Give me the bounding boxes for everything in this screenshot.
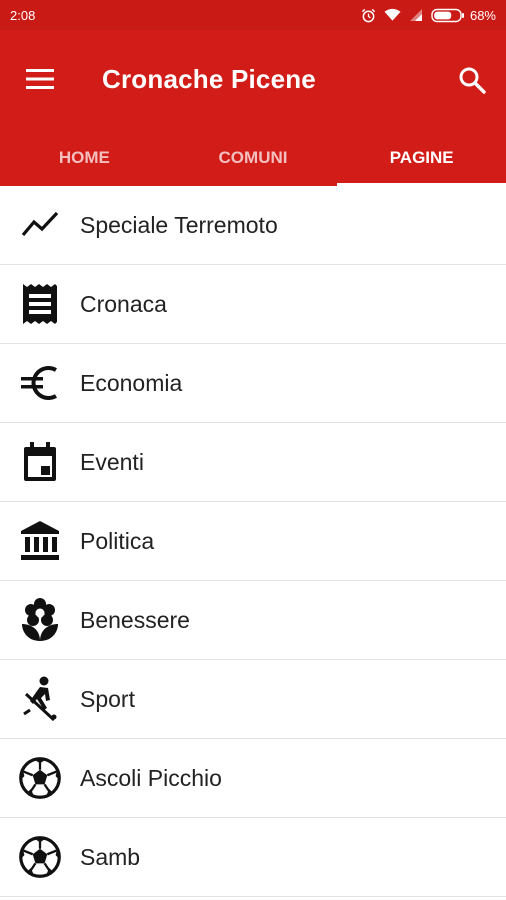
tab-comuni[interactable]: COMUNI bbox=[169, 130, 338, 186]
search-icon bbox=[458, 67, 486, 98]
hockey-icon bbox=[18, 676, 62, 722]
signal-icon bbox=[409, 8, 423, 22]
alarm-icon bbox=[361, 8, 376, 23]
list-item-ascoli-picchio[interactable]: Ascoli Picchio bbox=[0, 739, 506, 818]
search-button[interactable] bbox=[458, 66, 486, 94]
list-item-label: Economia bbox=[80, 369, 183, 396]
list-item-label: Cronaca bbox=[80, 290, 167, 317]
battery-icon bbox=[431, 8, 465, 23]
list-item-eventi[interactable]: Eventi bbox=[0, 423, 506, 502]
list-item-cronaca[interactable]: Cronaca bbox=[0, 265, 506, 344]
tab-pagine[interactable]: PAGINE bbox=[337, 130, 506, 186]
list-item-economia[interactable]: Economia bbox=[0, 344, 506, 423]
app-bar: Cronache Picene bbox=[0, 30, 506, 130]
soccer-ball-icon bbox=[18, 835, 62, 879]
list-item-speciale-terremoto[interactable]: Speciale Terremoto bbox=[0, 186, 506, 265]
hamburger-menu-icon bbox=[26, 69, 54, 94]
list-item-samb[interactable]: Samb bbox=[0, 818, 506, 897]
status-icons: 68% bbox=[361, 8, 496, 23]
battery-indicator: 68% bbox=[431, 8, 496, 23]
tab-bar: HOME COMUNI PAGINE bbox=[0, 130, 506, 186]
status-time: 2:08 bbox=[10, 7, 36, 23]
tab-home[interactable]: HOME bbox=[0, 130, 169, 186]
bank-icon bbox=[18, 519, 62, 563]
list-item-label: Sport bbox=[80, 685, 135, 712]
list-item-sport[interactable]: Sport bbox=[0, 660, 506, 739]
list-item-label: Speciale Terremoto bbox=[80, 211, 278, 238]
menu-button[interactable] bbox=[26, 68, 54, 90]
status-bar: 2:08 68% bbox=[0, 0, 506, 30]
list-item-label: Politica bbox=[80, 527, 155, 554]
list-item-label: Benessere bbox=[80, 606, 190, 633]
euro-icon bbox=[18, 361, 62, 405]
list-item-benessere[interactable]: Benessere bbox=[0, 581, 506, 660]
soccer-ball-icon bbox=[18, 756, 62, 800]
calendar-icon bbox=[18, 440, 62, 484]
app-title: Cronache Picene bbox=[102, 64, 316, 94]
flower-icon bbox=[18, 598, 62, 642]
trending-icon bbox=[18, 203, 62, 247]
battery-percent: 68% bbox=[469, 7, 496, 23]
list-item-label: Samb bbox=[80, 843, 141, 870]
list-item-politica[interactable]: Politica bbox=[0, 502, 506, 581]
list-item-label: Eventi bbox=[80, 448, 144, 475]
wifi-icon bbox=[384, 8, 401, 22]
pages-list: Speciale Terremoto Cronaca Economia Even… bbox=[0, 186, 506, 897]
receipt-icon bbox=[18, 282, 62, 326]
list-item-label: Ascoli Picchio bbox=[80, 764, 222, 791]
